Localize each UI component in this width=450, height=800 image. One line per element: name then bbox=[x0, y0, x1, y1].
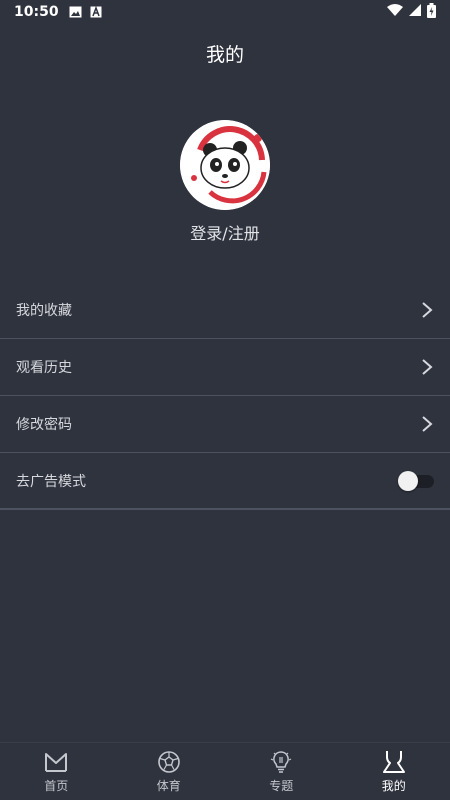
bottom-tab-bar: 首页 体育 专题 我的 bbox=[0, 742, 450, 800]
menu-item-favorites[interactable]: 我的收藏 bbox=[0, 282, 450, 339]
panda-avatar-icon[interactable] bbox=[180, 120, 270, 210]
tab-topics[interactable]: 专题 bbox=[225, 743, 338, 800]
menu-item-label: 去广告模式 bbox=[16, 473, 86, 490]
menu-item-ad-free-mode: 去广告模式 bbox=[0, 453, 450, 510]
tab-label: 体育 bbox=[156, 779, 181, 793]
signal-icon bbox=[409, 4, 421, 20]
tab-mine[interactable]: 我的 bbox=[338, 743, 450, 800]
status-time: 10:50 bbox=[14, 4, 59, 20]
m-logo-icon bbox=[45, 753, 68, 772]
image-icon bbox=[69, 6, 82, 18]
tab-label: 我的 bbox=[381, 779, 406, 793]
lightbulb-icon bbox=[270, 751, 292, 773]
toggle-thumb bbox=[398, 470, 418, 491]
page-title: 我的 bbox=[205, 44, 244, 66]
wifi-icon bbox=[387, 3, 403, 21]
ad-free-toggle[interactable] bbox=[398, 470, 434, 491]
login-register-link[interactable]: 登录/注册 bbox=[0, 220, 450, 244]
menu-item-change-password[interactable]: 修改密码 bbox=[0, 396, 450, 453]
menu-item-label: 观看历史 bbox=[16, 360, 72, 376]
tab-home[interactable]: 首页 bbox=[0, 743, 113, 800]
tab-sports[interactable]: 体育 bbox=[113, 743, 226, 800]
person-outline-icon bbox=[382, 751, 405, 773]
chevron-right-icon bbox=[422, 416, 433, 432]
soccer-ball-icon bbox=[157, 751, 180, 773]
status-bar: 10:50 bbox=[0, 0, 450, 24]
chevron-right-icon bbox=[422, 302, 433, 318]
menu-item-label: 我的收藏 bbox=[16, 303, 72, 319]
text-a-icon bbox=[90, 6, 102, 18]
chevron-right-icon bbox=[422, 359, 433, 375]
tab-label: 专题 bbox=[269, 779, 294, 793]
menu-item-label: 修改密码 bbox=[16, 417, 72, 433]
battery-icon bbox=[427, 2, 436, 22]
menu-item-history[interactable]: 观看历史 bbox=[0, 339, 450, 396]
tab-label: 首页 bbox=[44, 779, 69, 793]
settings-menu: 我的收藏 观看历史 修改密码 去广告模式 bbox=[0, 282, 450, 510]
